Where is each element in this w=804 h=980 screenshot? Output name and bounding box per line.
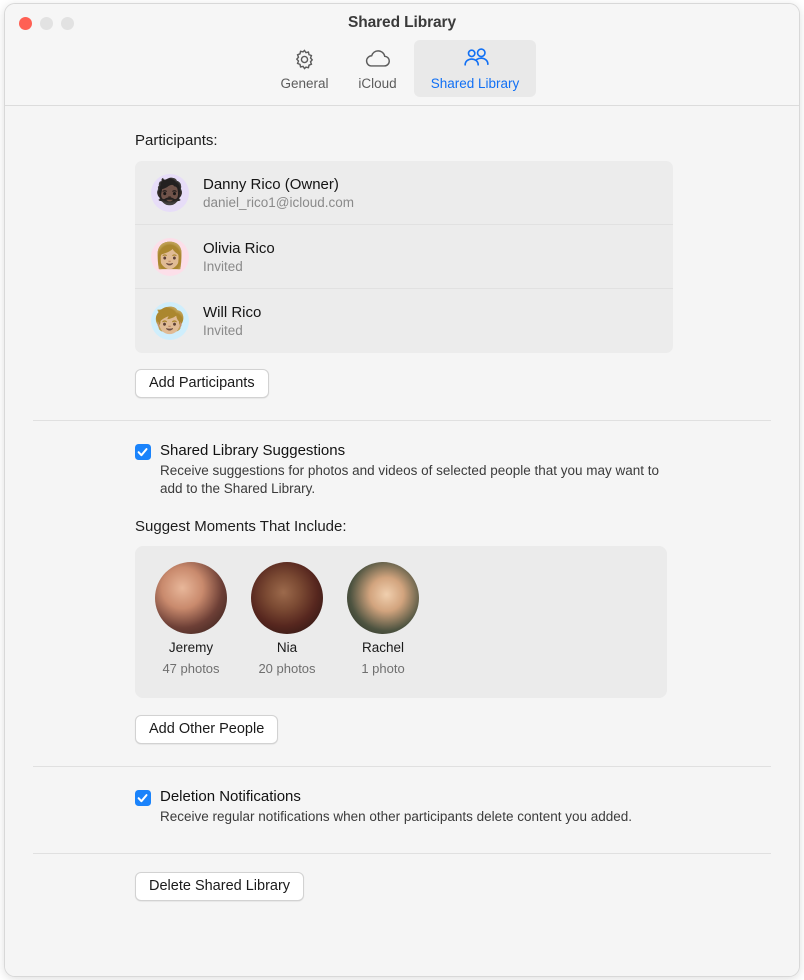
avatar-glyph: 🧒🏼 [154,306,186,335]
participant-row[interactable]: 🧔🏿 Danny Rico (Owner) daniel_rico1@iclou… [135,161,673,225]
deletion-notifications-row[interactable]: Deletion Notifications Receive regular n… [135,788,771,826]
person-photo [251,562,323,635]
people-icon [461,45,490,73]
tab-icloud[interactable]: iCloud [341,40,414,97]
person-name: Nia [276,640,298,656]
shared-library-suggestions-row[interactable]: Shared Library Suggestions Receive sugge… [135,442,771,498]
add-other-people-button[interactable]: Add Other People [135,715,279,745]
suggested-people-card: Jeremy 47 photos Nia 20 photos Rachel 1 … [135,546,667,699]
deletion-notifications-description: Receive regular notifications when other… [160,809,633,825]
add-participants-button[interactable]: Add Participants [135,369,269,398]
person-photo [155,562,227,635]
participant-detail: daniel_rico1@icloud.com [203,194,355,210]
window-title: Shared Library [347,14,456,31]
participant-detail: Invited [203,258,243,274]
delete-shared-library-button[interactable]: Delete Shared Library [135,871,305,901]
participant-name: Will Rico [203,304,262,321]
checkmark-icon [137,794,148,803]
suggested-person[interactable]: Rachel 1 photo [347,562,419,676]
delete-library-row: Delete Shared Library [135,871,771,901]
participant-name: Danny Rico (Owner) [203,175,339,193]
avatar: 🧔🏿 [151,173,189,212]
suggested-person[interactable]: Jeremy 47 photos [155,562,227,676]
participant-detail: Invited [203,323,243,338]
suggested-person[interactable]: Nia 20 photos [251,562,323,676]
gear-icon [293,45,316,73]
shared-library-suggestions-description: Receive suggestions for photos and video… [160,463,660,497]
deletion-notifications-label: Deletion Notifications [160,788,301,806]
person-photo-count: 47 photos [162,661,220,677]
section-divider [33,420,771,421]
participant-name: Olivia Rico [203,239,275,257]
avatar-glyph: 🧔🏿 [154,178,186,206]
add-participants-row: Add Participants [135,369,771,398]
shared-library-suggestions-label: Shared Library Suggestions [160,442,346,459]
add-other-people-row: Add Other People [135,715,771,745]
section-divider [33,852,771,854]
cloud-icon [364,45,391,73]
person-photo-count: 20 photos [258,661,316,677]
shared-library-suggestions-checkbox[interactable] [135,444,151,460]
tab-general[interactable]: General [268,40,341,97]
window-toolbar: Shared Library General iCloud Shared Lib… [5,4,799,106]
section-divider [33,766,771,768]
checkmark-icon [137,448,148,457]
tab-shared-library[interactable]: Shared Library [414,40,536,97]
toolbar-tabs: General iCloud Shared Library [5,40,799,97]
avatar: 👩🏼 [151,237,189,276]
person-name: Rachel [361,640,405,656]
tab-shared-library-label: Shared Library [430,76,520,91]
person-name: Jeremy [168,640,214,656]
preferences-content: Participants: 🧔🏿 Danny Rico (Owner) dani… [5,106,799,976]
avatar-glyph: 👩🏼 [154,242,186,270]
tab-general-label: General [280,76,329,91]
person-photo-count: 1 photo [361,661,405,677]
deletion-notifications-checkbox[interactable] [135,790,151,807]
avatar: 🧒🏼 [151,302,189,340]
participant-row[interactable]: 🧒🏼 Will Rico Invited [135,289,673,353]
suggest-moments-label: Suggest Moments That Include: [135,518,347,536]
person-photo [347,562,419,635]
participants-label: Participants: [135,132,218,149]
participants-list: 🧔🏿 Danny Rico (Owner) daniel_rico1@iclou… [135,161,673,353]
preferences-window: Shared Library General iCloud Shared Lib… [4,3,800,977]
tab-icloud-label: iCloud [358,76,397,91]
participant-row[interactable]: 👩🏼 Olivia Rico Invited [135,225,673,289]
